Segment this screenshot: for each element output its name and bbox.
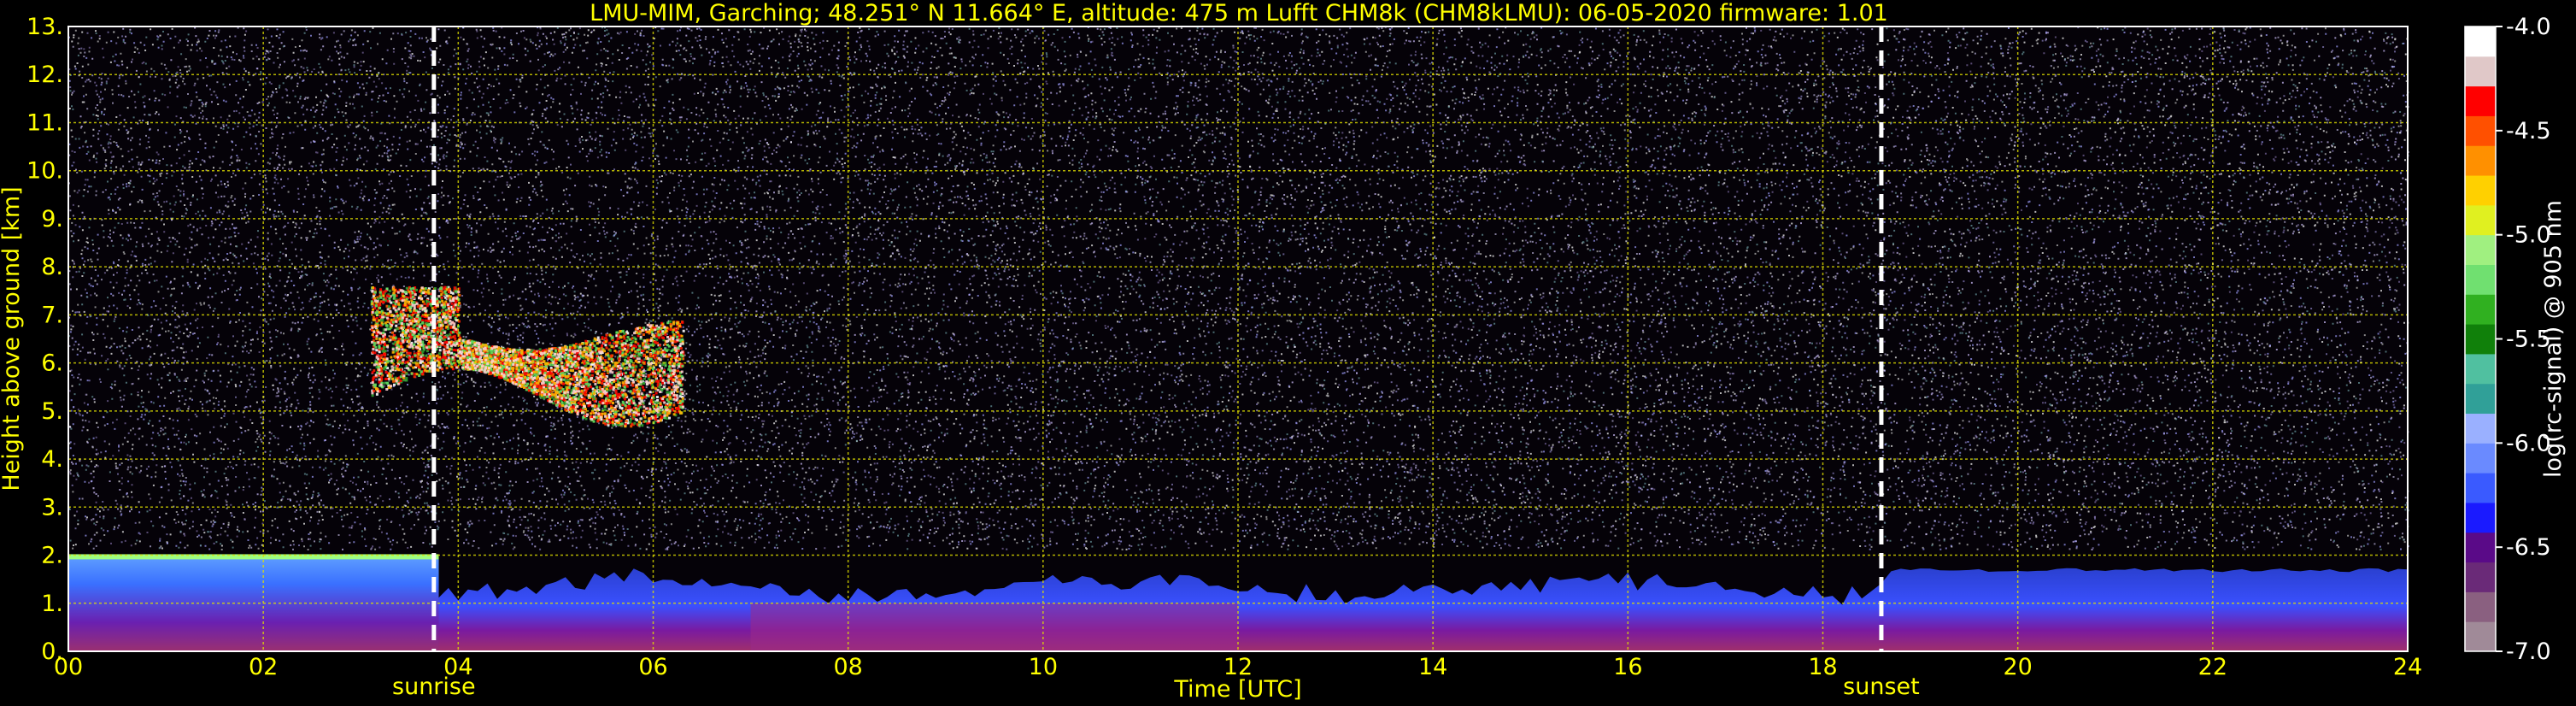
- x-tick-label: 06: [638, 654, 667, 680]
- colorbar-segment: [2465, 353, 2496, 385]
- colorbar-segment: [2465, 413, 2496, 444]
- colorbar-tick-label: -4.5: [2506, 118, 2551, 144]
- y-tick-label: 0.: [41, 638, 63, 665]
- colorbar-segment: [2465, 264, 2496, 295]
- colorbar-segment: [2465, 621, 2496, 652]
- y-tick-label: 6.: [41, 350, 63, 377]
- y-tick-label: 3.: [41, 494, 63, 521]
- colorbar-segment: [2465, 26, 2496, 57]
- x-tick-label: 10: [1029, 654, 1058, 680]
- y-tick-label: 10.: [26, 158, 63, 185]
- colorbar-segment: [2465, 532, 2496, 563]
- x-tick-label: 14: [1418, 654, 1447, 680]
- y-axis-label: Height above ground [km]: [0, 186, 25, 491]
- colorbar-label: log(rc-signal) @ 905 nm: [2540, 200, 2567, 478]
- x-tick-label: 24: [2393, 654, 2422, 680]
- y-tick-label: 1.: [41, 591, 63, 617]
- y-tick-label: 2.: [41, 543, 63, 569]
- colorbar-tick-label: -7.0: [2506, 638, 2551, 665]
- sun-marker-label: sunset: [1843, 674, 1920, 700]
- y-tick-label: 4.: [41, 446, 63, 473]
- colorbar-segment: [2465, 234, 2496, 265]
- colorbar-segment: [2465, 204, 2496, 236]
- y-tick-label: 5.: [41, 398, 63, 425]
- x-tick-label: 20: [2003, 654, 2032, 680]
- colorbar-tick-label: -4.0: [2506, 14, 2551, 40]
- colorbar-segment: [2465, 175, 2496, 206]
- colorbar-segment: [2465, 591, 2496, 622]
- x-tick-label: 04: [443, 654, 472, 680]
- y-tick-label: 7.: [41, 302, 63, 328]
- x-tick-label: 08: [833, 654, 862, 680]
- colorbar-segment: [2465, 473, 2496, 503]
- colorbar-segment: [2465, 324, 2496, 355]
- y-tick-label: 9.: [41, 206, 63, 232]
- colorbar-segment: [2465, 56, 2496, 87]
- x-tick-label: 18: [1808, 654, 1837, 680]
- x-axis-label: Time [UTC]: [1173, 676, 1301, 703]
- colorbar-segment: [2465, 502, 2496, 533]
- colorbar-segment: [2465, 443, 2496, 474]
- y-tick-label: 11.: [26, 109, 63, 136]
- colorbar-segment: [2465, 383, 2496, 415]
- colorbar-tick-label: -6.5: [2506, 534, 2551, 561]
- y-tick-label: 8.: [41, 254, 63, 280]
- ceilometer-chart: sunrise sunset 00 02 04 06 08 10 12 14 16 18 20 22 24…: [0, 14, 2567, 703]
- colorbar-segment: [2465, 562, 2496, 592]
- colorbar-segment: [2465, 145, 2496, 176]
- colorbar: -4.0-4.5-5.0-5.5-6.0-6.5-7.0log(rc-signa…: [2464, 14, 2567, 665]
- colorbar-segment: [2465, 115, 2496, 146]
- colorbar-segment: [2465, 85, 2496, 116]
- y-tick-label: 12.: [26, 62, 63, 88]
- boundary-layer-residual: [750, 603, 1238, 651]
- x-tick-label: 16: [1613, 654, 1642, 680]
- chart-title: LMU-MIM, Garching; 48.251° N 11.664° E, …: [590, 0, 1888, 26]
- x-tick-label: 22: [2198, 654, 2227, 680]
- x-tick-label: 02: [249, 654, 278, 680]
- colorbar-segment: [2465, 294, 2496, 325]
